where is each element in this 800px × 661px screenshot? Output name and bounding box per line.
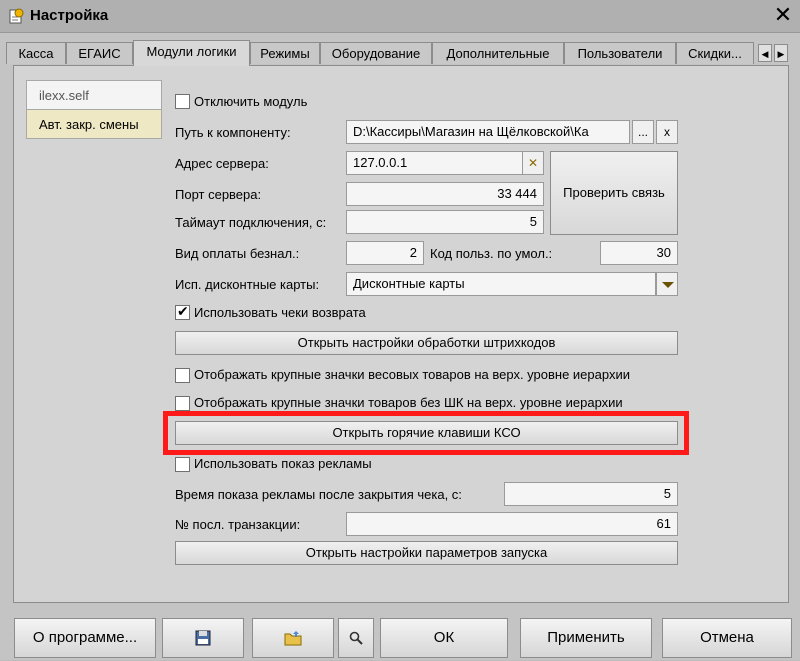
sidebar-item-ilexx-self[interactable]: ilexx.self: [26, 80, 162, 110]
tab-users[interactable]: Пользователи: [564, 42, 676, 64]
chevron-down-icon[interactable]: [656, 272, 678, 296]
default-user-code-label: Код польз. по умол.:: [430, 246, 553, 261]
cashless-type-label: Вид оплаты безнал.:: [175, 246, 300, 261]
settings-window: Настройка ✕ Касса ЕГАИС Модули логики Ре…: [0, 0, 800, 660]
server-address-field[interactable]: 127.0.0.1: [346, 151, 524, 175]
ad-time-label: Время показа рекламы после закрытия чека…: [175, 487, 462, 502]
app-settings-icon: [9, 8, 24, 24]
last-transaction-field[interactable]: 61: [346, 512, 678, 536]
search-button[interactable]: [338, 618, 374, 658]
use-ads-checkbox[interactable]: [175, 457, 190, 472]
ok-button[interactable]: ОК: [380, 618, 508, 658]
tab-next-icon[interactable]: ▶: [774, 44, 788, 62]
use-return-checks-checkbox[interactable]: ✔: [175, 303, 190, 320]
tab-strip: Касса ЕГАИС Модули логики Режимы Оборудо…: [6, 40, 796, 66]
large-icons-no-barcode-checkbox[interactable]: [175, 396, 190, 411]
barcode-settings-button[interactable]: Открыть настройки обработки штрихкодов: [175, 331, 678, 355]
default-user-code-field[interactable]: 30: [600, 241, 678, 265]
tab-logic-modules[interactable]: Модули логики: [133, 40, 250, 66]
tab-egais[interactable]: ЕГАИС: [66, 42, 133, 64]
tab-modes[interactable]: Режимы: [250, 42, 320, 64]
check-connection-button[interactable]: Проверить связь: [550, 151, 678, 235]
large-weight-icons-label: Отображать крупные значки весовых товаро…: [194, 367, 630, 382]
tab-kassa[interactable]: Касса: [6, 42, 66, 64]
server-address-label: Адрес сервера:: [175, 156, 269, 171]
ad-time-field[interactable]: 5: [504, 482, 678, 506]
disable-module-checkbox[interactable]: [175, 94, 190, 109]
disable-module-label: Отключить модуль: [194, 94, 308, 109]
use-return-checks-label: Использовать чеки возврата: [194, 305, 366, 320]
title-bar: Настройка ✕: [0, 0, 800, 33]
floppy-disk-icon: [195, 630, 211, 646]
large-weight-icons-checkbox[interactable]: [175, 368, 190, 383]
last-transaction-label: № посл. транзакции:: [175, 517, 301, 532]
cancel-button[interactable]: Отмена: [662, 618, 792, 658]
tab-prev-icon[interactable]: ◀: [758, 44, 772, 62]
apply-button[interactable]: Применить: [520, 618, 652, 658]
discount-cards-label: Исп. дисконтные карты:: [175, 277, 320, 292]
tab-equipment[interactable]: Оборудование: [320, 42, 432, 64]
sidebar-item-auto-close-shift[interactable]: Авт. закр. смены: [26, 109, 162, 139]
browse-button[interactable]: ...: [632, 120, 654, 144]
use-ads-label: Использовать показ рекламы: [194, 456, 372, 471]
window-title: Настройка: [30, 7, 109, 24]
server-port-field[interactable]: 33 444: [346, 182, 544, 206]
folder-icon: [284, 631, 302, 646]
discount-cards-select[interactable]: Дисконтные карты: [346, 272, 656, 296]
clear-path-button[interactable]: x: [656, 120, 678, 144]
highlight-frame: [163, 411, 689, 455]
tab-discounts[interactable]: Скидки...: [676, 42, 754, 64]
component-path-label: Путь к компоненту:: [175, 125, 291, 140]
save-button[interactable]: [162, 618, 244, 658]
magnifier-icon: [349, 631, 363, 645]
about-button[interactable]: О программе...: [14, 618, 156, 658]
timeout-label: Таймаут подключения, с:: [175, 215, 327, 230]
large-icons-no-barcode-label: Отображать крупные значки товаров без ШК…: [194, 395, 623, 410]
close-icon[interactable]: ✕: [772, 3, 794, 27]
bottom-toolbar: О программе... ОК Применить Отмена: [0, 610, 800, 660]
clear-address-icon[interactable]: ✕: [522, 151, 544, 175]
server-port-label: Порт сервера:: [175, 187, 262, 202]
component-path-field[interactable]: D:\Кассиры\Магазин на Щёлковской\Ка: [346, 120, 630, 144]
tab-additional[interactable]: Дополнительные: [432, 42, 564, 64]
open-button[interactable]: [252, 618, 334, 658]
launch-params-button[interactable]: Открыть настройки параметров запуска: [175, 541, 678, 565]
timeout-field[interactable]: 5: [346, 210, 544, 234]
cashless-type-field[interactable]: 2: [346, 241, 424, 265]
